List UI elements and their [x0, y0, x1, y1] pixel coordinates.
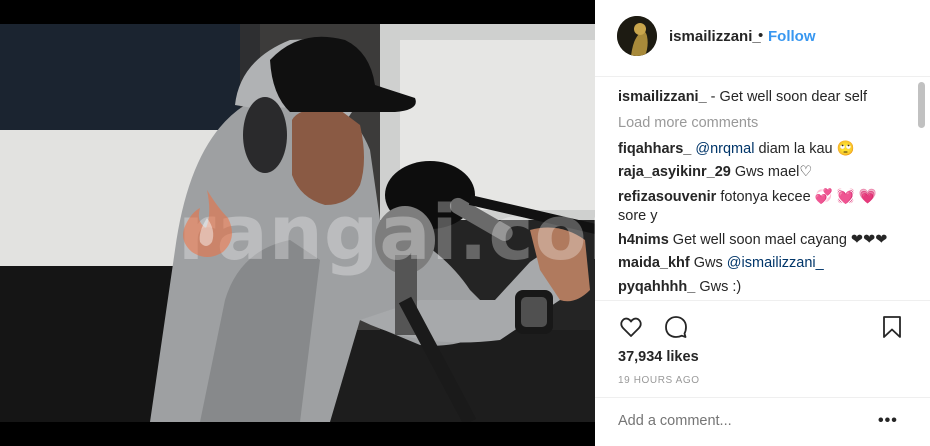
comment-username[interactable]: refizasouvenir	[618, 189, 716, 205]
watermark: rangai.com	[178, 188, 595, 277]
comment-text-line2: sore y	[618, 208, 658, 224]
comment-username[interactable]: fiqahhars_	[618, 141, 691, 157]
comment-item: pyqahhhh_ Gws :)	[618, 279, 741, 295]
follow-button[interactable]: Follow	[768, 28, 816, 45]
comment-text: fotonya kecee 💞 💓 💗	[716, 189, 877, 205]
action-bar	[595, 301, 930, 351]
post-side-panel: ismailizzani_ • Follow ismailizzani_ - G…	[595, 0, 930, 446]
comment-username[interactable]: maida_khf	[618, 255, 690, 271]
post-photo[interactable]: rangai.com	[0, 0, 595, 446]
comment-text: Gws mael♡	[730, 164, 813, 180]
load-more-label[interactable]: Load more comments	[618, 115, 758, 131]
comment-item: h4nims Get well soon mael cayang ❤❤❤	[618, 232, 887, 248]
comment-mention[interactable]: @ismailizzani_	[727, 255, 824, 271]
comment-username[interactable]: pyqahhhh_	[618, 279, 695, 295]
comments-list[interactable]: ismailizzani_ - Get well soon dear self …	[595, 77, 930, 299]
separator-dot: •	[758, 27, 764, 44]
caption-username[interactable]: ismailizzani_	[618, 89, 707, 105]
comment-text: Get well soon mael cayang ❤❤❤	[668, 232, 888, 248]
scrollbar-thumb[interactable]	[918, 82, 925, 128]
divider	[595, 397, 930, 398]
comment-item: raja_asyikinr_29 Gws mael♡	[618, 164, 812, 180]
watermark-text: rangai.com	[178, 188, 595, 277]
comment-text: diam la kau 🙄	[754, 141, 855, 157]
post-author-username[interactable]: ismailizzani_	[669, 28, 761, 45]
comment-username[interactable]: raja_asyikinr_29	[618, 164, 731, 180]
comment-username[interactable]: h4nims	[618, 232, 669, 248]
post-timestamp[interactable]: 19 HOURS AGO	[618, 375, 700, 386]
comment-continuation: sore y	[618, 208, 658, 224]
comment-item: fiqahhars_ @nrqmal diam la kau 🙄	[618, 140, 855, 157]
more-options-button[interactable]: •••	[878, 412, 898, 430]
comment-text: Gws :)	[695, 279, 742, 295]
flame-logo-icon	[183, 190, 232, 257]
likes-count[interactable]: 37,934 likes	[618, 349, 699, 365]
bookmark-icon[interactable]	[880, 315, 904, 339]
comment-item: refizasouvenir fotonya kecee 💞 💓 💗	[618, 188, 877, 205]
heart-outline-icon[interactable]	[619, 315, 643, 339]
comment-text: Gws	[689, 255, 727, 271]
comment-mention[interactable]: @nrqmal	[695, 141, 754, 157]
avatar[interactable]	[617, 16, 657, 56]
speech-bubble-icon[interactable]	[664, 315, 688, 339]
add-comment-input[interactable]	[618, 413, 858, 429]
caption: ismailizzani_ - Get well soon dear self	[618, 89, 867, 105]
caption-text: - Get well soon dear self	[706, 89, 868, 105]
post-header: ismailizzani_ • Follow	[595, 0, 930, 77]
load-more-comments-link[interactable]: Load more comments	[618, 115, 758, 131]
comment-item: maida_khf Gws @ismailizzani_	[618, 255, 824, 271]
